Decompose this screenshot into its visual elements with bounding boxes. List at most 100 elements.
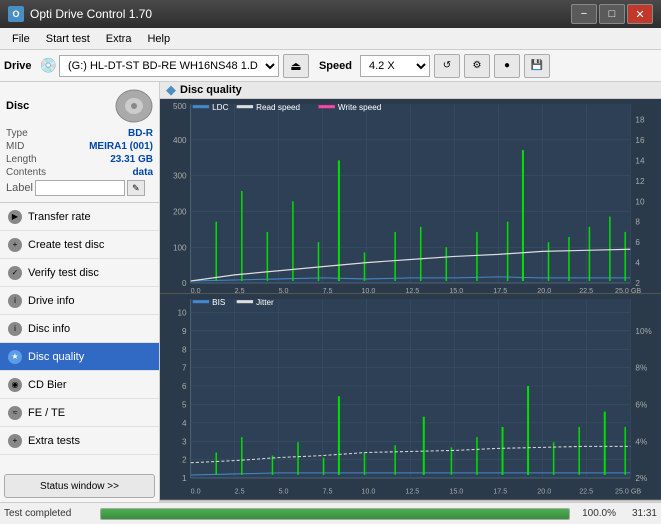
app-status-bar: Test completed 100.0% 31:31 xyxy=(0,502,661,524)
svg-text:7: 7 xyxy=(182,364,187,373)
disc-label-edit-button[interactable]: ✎ xyxy=(127,180,145,196)
minimize-button[interactable]: − xyxy=(571,4,597,24)
disc-length-label: Length xyxy=(6,154,37,165)
refresh-button[interactable]: ↺ xyxy=(434,54,460,78)
svg-text:14: 14 xyxy=(635,156,645,165)
sidebar-item-cd-bier[interactable]: ◉ CD Bier xyxy=(0,371,159,399)
svg-text:Read speed: Read speed xyxy=(256,103,300,112)
svg-text:10%: 10% xyxy=(635,327,651,336)
disc-mid-field: MID MEIRA1 (001) xyxy=(6,141,153,152)
svg-text:9: 9 xyxy=(182,327,187,336)
sidebar-item-label-transfer-rate: Transfer rate xyxy=(28,211,91,223)
svg-text:5: 5 xyxy=(182,401,187,410)
sidebar-item-transfer-rate[interactable]: ▶ Transfer rate xyxy=(0,203,159,231)
svg-text:2: 2 xyxy=(182,456,187,465)
speed-label: Speed xyxy=(319,60,352,72)
sidebar-item-disc-quality[interactable]: ★ Disc quality xyxy=(0,343,159,371)
drive-toolbar: Drive 💿 (G:) HL-DT-ST BD-RE WH16NS48 1.D… xyxy=(0,50,661,82)
disc-info-icon: i xyxy=(8,322,22,336)
svg-text:0: 0 xyxy=(182,279,187,288)
progress-percentage: 100.0% xyxy=(576,508,616,519)
sidebar-item-fe-te[interactable]: ≈ FE / TE xyxy=(0,399,159,427)
disc-info-panel: Disc Type BD-R MID MEIRA1 (001) Length xyxy=(0,82,159,203)
svg-text:16: 16 xyxy=(635,136,645,145)
svg-text:4: 4 xyxy=(182,419,187,428)
status-window-button[interactable]: Status window >> xyxy=(4,474,155,498)
sidebar-item-verify-test-disc[interactable]: ✓ Verify test disc xyxy=(0,259,159,287)
menu-help[interactable]: Help xyxy=(139,31,178,47)
sidebar-item-label-extra-tests: Extra tests xyxy=(28,435,80,447)
verify-test-disc-icon: ✓ xyxy=(8,266,22,280)
sidebar-item-extra-tests[interactable]: + Extra tests xyxy=(0,427,159,455)
menu-file[interactable]: File xyxy=(4,31,38,47)
drive-icon: 💿 xyxy=(40,57,57,74)
progress-bar-container xyxy=(100,508,570,520)
svg-text:2.5: 2.5 xyxy=(235,287,245,293)
fe-te-icon: ≈ xyxy=(8,406,22,420)
eject-button[interactable]: ⏏ xyxy=(283,54,309,78)
app-icon: O xyxy=(8,6,24,22)
sidebar-item-disc-info[interactable]: i Disc info xyxy=(0,315,159,343)
app-title: Opti Drive Control 1.70 xyxy=(30,7,152,21)
close-button[interactable]: ✕ xyxy=(627,4,653,24)
svg-text:100: 100 xyxy=(173,243,187,252)
svg-text:12: 12 xyxy=(635,177,645,186)
svg-text:4%: 4% xyxy=(635,438,647,447)
disc-icon-container xyxy=(115,88,153,124)
disc-quality-icon: ★ xyxy=(8,350,22,364)
disc-type-label: Type xyxy=(6,128,28,139)
sidebar-item-label-fe-te: FE / TE xyxy=(28,407,65,419)
chart-header: ◆ Disc quality xyxy=(160,82,661,99)
svg-text:6: 6 xyxy=(182,382,187,391)
save-button[interactable]: 💾 xyxy=(524,54,550,78)
svg-text:22.5: 22.5 xyxy=(579,287,593,293)
extra-tests-icon: + xyxy=(8,434,22,448)
window-controls: − □ ✕ xyxy=(571,4,653,24)
sidebar-item-drive-info[interactable]: i Drive info xyxy=(0,287,159,315)
disc-contents-field: Contents data xyxy=(6,167,153,178)
disc-label-input[interactable] xyxy=(35,180,125,196)
drive-label: Drive xyxy=(4,60,32,72)
sidebar-item-label-create-test-disc: Create test disc xyxy=(28,239,104,251)
svg-text:15.0: 15.0 xyxy=(449,287,463,293)
disc-label-row: Label ✎ xyxy=(6,180,153,196)
speed-select[interactable]: 4.2 X Max 1 X 2 X 4 X 8 X xyxy=(360,55,430,77)
sidebar-item-label-disc-quality: Disc quality xyxy=(28,351,84,363)
svg-text:6: 6 xyxy=(635,238,640,247)
record-button[interactable]: ● xyxy=(494,54,520,78)
menu-extra[interactable]: Extra xyxy=(98,31,140,47)
status-text: Test completed xyxy=(4,508,94,519)
svg-text:0.0: 0.0 xyxy=(191,488,201,496)
disc-mid-value: MEIRA1 (001) xyxy=(89,141,153,152)
svg-text:3: 3 xyxy=(182,438,187,447)
top-chart-container: 0 100 200 300 400 500 2 4 6 8 10 12 14 1… xyxy=(160,99,661,294)
svg-text:17.5: 17.5 xyxy=(493,488,507,496)
stats-bar: LDC BIS Jitter Speed xyxy=(160,500,661,502)
create-test-disc-icon: + xyxy=(8,238,22,252)
menu-start-test[interactable]: Start test xyxy=(38,31,98,47)
svg-text:8: 8 xyxy=(635,218,640,227)
charts-area: 0 100 200 300 400 500 2 4 6 8 10 12 14 1… xyxy=(160,99,661,500)
disc-type-field: Type BD-R xyxy=(6,128,153,139)
disc-length-value: 23.31 GB xyxy=(110,154,153,165)
sidebar-item-create-test-disc[interactable]: + Create test disc xyxy=(0,231,159,259)
svg-text:Write speed: Write speed xyxy=(338,103,382,112)
svg-text:7.5: 7.5 xyxy=(323,488,333,496)
svg-text:8%: 8% xyxy=(635,364,647,373)
drive-select[interactable]: (G:) HL-DT-ST BD-RE WH16NS48 1.D3 xyxy=(59,55,279,77)
svg-text:5.0: 5.0 xyxy=(279,488,289,496)
disc-mid-label: MID xyxy=(6,141,24,152)
maximize-button[interactable]: □ xyxy=(599,4,625,24)
sidebar-item-label-disc-info: Disc info xyxy=(28,323,70,335)
svg-text:18: 18 xyxy=(635,116,645,125)
svg-text:2%: 2% xyxy=(635,474,647,483)
sidebar-item-label-drive-info: Drive info xyxy=(28,295,74,307)
svg-text:10: 10 xyxy=(178,309,188,318)
settings-button[interactable]: ⚙ xyxy=(464,54,490,78)
drive-info-icon: i xyxy=(8,294,22,308)
chart-header-icon: ◆ xyxy=(166,82,176,98)
svg-text:10.0: 10.0 xyxy=(361,488,375,496)
sidebar-item-label-cd-bier: CD Bier xyxy=(28,379,67,391)
bottom-chart-svg: 1 2 3 4 5 6 7 8 9 10 2% 4% 6% 8% 10% xyxy=(160,294,661,498)
main-content: Disc Type BD-R MID MEIRA1 (001) Length xyxy=(0,82,661,502)
